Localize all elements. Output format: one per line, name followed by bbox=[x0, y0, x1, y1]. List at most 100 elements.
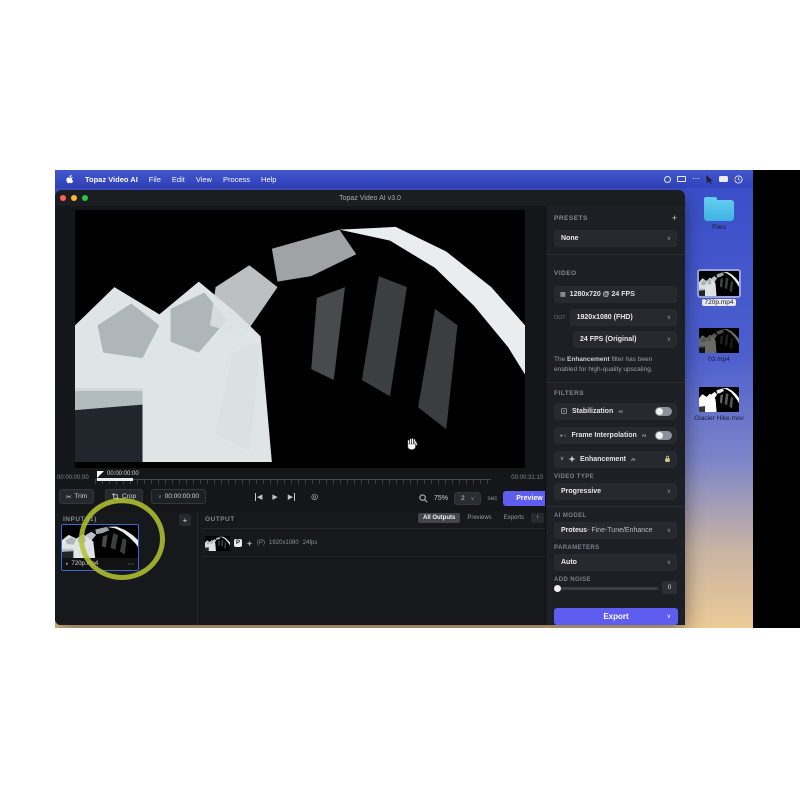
keyboard-icon[interactable] bbox=[719, 176, 728, 182]
parameters-select[interactable]: Auto ∨ bbox=[554, 554, 677, 571]
ai-model-select[interactable]: Proteus - Fine-Tune/Enhance ∨ bbox=[554, 522, 677, 539]
ai-model-rest: - Fine-Tune/Enhance bbox=[587, 527, 653, 534]
cursor-icon bbox=[706, 175, 713, 184]
record-icon[interactable] bbox=[664, 176, 671, 183]
zoom-level[interactable]: 75% bbox=[434, 495, 448, 502]
timeline[interactable]: 00:00:00:00 00:00:31:10 00:00:00:00 bbox=[57, 471, 543, 487]
ai-model-label: AI MODEL bbox=[554, 513, 677, 519]
desktop-item-720p[interactable]: 720p.mp4 bbox=[699, 271, 739, 306]
desktop-label[interactable]: 720p.mp4 bbox=[702, 299, 737, 306]
timecode-field[interactable]: ∨ 00:00:00:00 bbox=[151, 489, 206, 504]
add-noise-row: 0 bbox=[554, 587, 677, 600]
toggle-knob bbox=[656, 432, 663, 439]
video-thumbnail-icon[interactable] bbox=[699, 387, 739, 412]
desktop-label[interactable]: Files bbox=[712, 224, 726, 231]
desktop-icons: Files 720p.mp4 03.mp4 Glacier Hike.mov bbox=[688, 200, 750, 423]
loop-icon[interactable]: ◎ bbox=[311, 492, 318, 501]
chevron-down-icon: ∨ bbox=[667, 235, 671, 242]
window-titlebar[interactable]: Topaz Video AI v3.0 bbox=[55, 190, 685, 206]
desktop-item-glacier[interactable]: Glacier Hike.mov bbox=[694, 387, 743, 422]
desktop-item-files[interactable]: Files bbox=[704, 200, 734, 231]
desktop-label[interactable]: 03.mp4 bbox=[708, 356, 730, 363]
play-icon[interactable]: ▶ bbox=[272, 493, 277, 501]
transport-controls: ◀ ▶ ▶ ◎ bbox=[255, 492, 318, 501]
resolution-select[interactable]: 1920x1080 (FHD) ∨ bbox=[570, 309, 677, 326]
sort-up-icon[interactable]: ↑ bbox=[531, 513, 544, 523]
clock-icon[interactable] bbox=[734, 175, 743, 184]
trim-button[interactable]: ✂ Trim bbox=[59, 489, 94, 504]
magnifier-icon[interactable] bbox=[419, 494, 428, 503]
more-icon[interactable]: ⋯ bbox=[692, 177, 700, 181]
presets-header: PRESETS bbox=[554, 215, 588, 222]
source-info: 1280x720 @ 24 FPS bbox=[570, 291, 635, 298]
input-clip-thumbnail[interactable] bbox=[62, 525, 138, 559]
menu-item-file[interactable]: File bbox=[149, 175, 161, 184]
timeline-end-time: 00:00:31:10 bbox=[511, 475, 543, 481]
menu-bar: Topaz Video AI File Edit View Process He… bbox=[55, 170, 753, 188]
export-button[interactable]: Export ∨ bbox=[554, 608, 678, 625]
menu-app-name[interactable]: Topaz Video AI bbox=[85, 175, 138, 184]
screen-mirroring-icon[interactable] bbox=[677, 176, 686, 182]
step-back-icon[interactable]: ◀ bbox=[255, 493, 262, 501]
filter-label: Frame Interpolation bbox=[571, 432, 636, 439]
desktop-label[interactable]: Glacier Hike.mov bbox=[694, 415, 743, 422]
video-type-select[interactable]: Progressive ∨ bbox=[554, 483, 677, 500]
crop-label: Crop bbox=[122, 493, 136, 500]
chevron-down-icon: ∨ bbox=[667, 559, 671, 566]
input-clip-card[interactable]: ▸ 720p.mp4 ⋯ bbox=[61, 524, 139, 571]
input-clip-label-row: ▸ 720p.mp4 ⋯ bbox=[62, 558, 138, 570]
frame-interpolation-toggle[interactable] bbox=[655, 431, 672, 440]
add-noise-slider[interactable] bbox=[554, 587, 658, 590]
note-pre: The bbox=[554, 356, 567, 363]
tab-previews[interactable]: Previews bbox=[462, 513, 496, 523]
timecode-value: 00:00:00:00 bbox=[165, 493, 199, 500]
input-file-name: 720p.mp4 bbox=[72, 561, 99, 567]
fps-value: 24 FPS (Original) bbox=[580, 336, 636, 343]
video-thumbnail-icon[interactable] bbox=[699, 271, 739, 296]
filter-stabilization[interactable]: StabilizationAI bbox=[554, 403, 677, 420]
playhead-marker[interactable] bbox=[97, 471, 104, 478]
tab-all-outputs[interactable]: All Outputs bbox=[418, 513, 460, 523]
window-title: Topaz Video AI v3.0 bbox=[55, 195, 685, 202]
hand-cursor-icon bbox=[405, 437, 419, 451]
plus-icon: + bbox=[183, 516, 188, 525]
slider-knob[interactable] bbox=[554, 585, 561, 592]
menu-bar-status-icons: ⋯ bbox=[664, 175, 743, 184]
chevron-down-icon: ∨ bbox=[560, 456, 564, 462]
film-icon: ▦ bbox=[560, 291, 566, 298]
desktop-item-03[interactable]: 03.mp4 bbox=[699, 328, 739, 363]
output-resolution: 1920x1080 bbox=[269, 540, 299, 546]
tab-exports[interactable]: Exports bbox=[499, 513, 529, 523]
progressive-badge: P bbox=[234, 539, 242, 547]
chevron-down-icon: ∨ bbox=[667, 314, 671, 321]
clip-menu-icon[interactable]: ⋯ bbox=[128, 561, 134, 568]
apple-icon[interactable] bbox=[65, 174, 74, 184]
add-preset-icon[interactable]: + bbox=[672, 213, 677, 223]
chevron-down-icon: ∨ bbox=[471, 496, 475, 502]
add-input-button[interactable]: + bbox=[179, 514, 191, 526]
preset-value: None bbox=[561, 235, 579, 242]
zoom-controls: 75% 2 ∨ sec Preview bbox=[419, 491, 555, 506]
screenshot-frame: Files 720p.mp4 03.mp4 Glacier Hike.mov bbox=[55, 170, 800, 628]
folder-icon[interactable] bbox=[704, 200, 734, 221]
note-bold: Enhancement bbox=[567, 356, 610, 363]
menu-item-process[interactable]: Process bbox=[223, 175, 250, 184]
output-thumbnail bbox=[205, 536, 230, 551]
step-forward-icon[interactable]: ▶ bbox=[288, 493, 295, 501]
video-thumbnail-icon[interactable] bbox=[699, 328, 739, 353]
output-tabs: All Outputs Previews Exports ↑ bbox=[418, 513, 544, 523]
filter-enhancement[interactable]: ∨ EnhancementAI bbox=[554, 451, 677, 468]
trim-label: Trim bbox=[74, 493, 87, 500]
menu-item-edit[interactable]: Edit bbox=[172, 175, 185, 184]
fps-select[interactable]: 24 FPS (Original) ∨ bbox=[573, 331, 677, 348]
preset-select[interactable]: None ∨ bbox=[554, 230, 677, 247]
video-preview[interactable] bbox=[75, 210, 525, 468]
stabilization-toggle[interactable] bbox=[655, 407, 672, 416]
filter-frame-interpolation[interactable]: ●○ Frame InterpolationAI bbox=[554, 427, 677, 444]
timeline-progress bbox=[97, 478, 133, 481]
menu-item-help[interactable]: Help bbox=[261, 175, 276, 184]
crop-button[interactable]: Crop bbox=[105, 489, 143, 504]
interval-select[interactable]: 2 ∨ bbox=[454, 492, 481, 505]
menu-item-view[interactable]: View bbox=[196, 175, 212, 184]
timeline-start-time: 00:00:00:00 bbox=[57, 475, 89, 481]
